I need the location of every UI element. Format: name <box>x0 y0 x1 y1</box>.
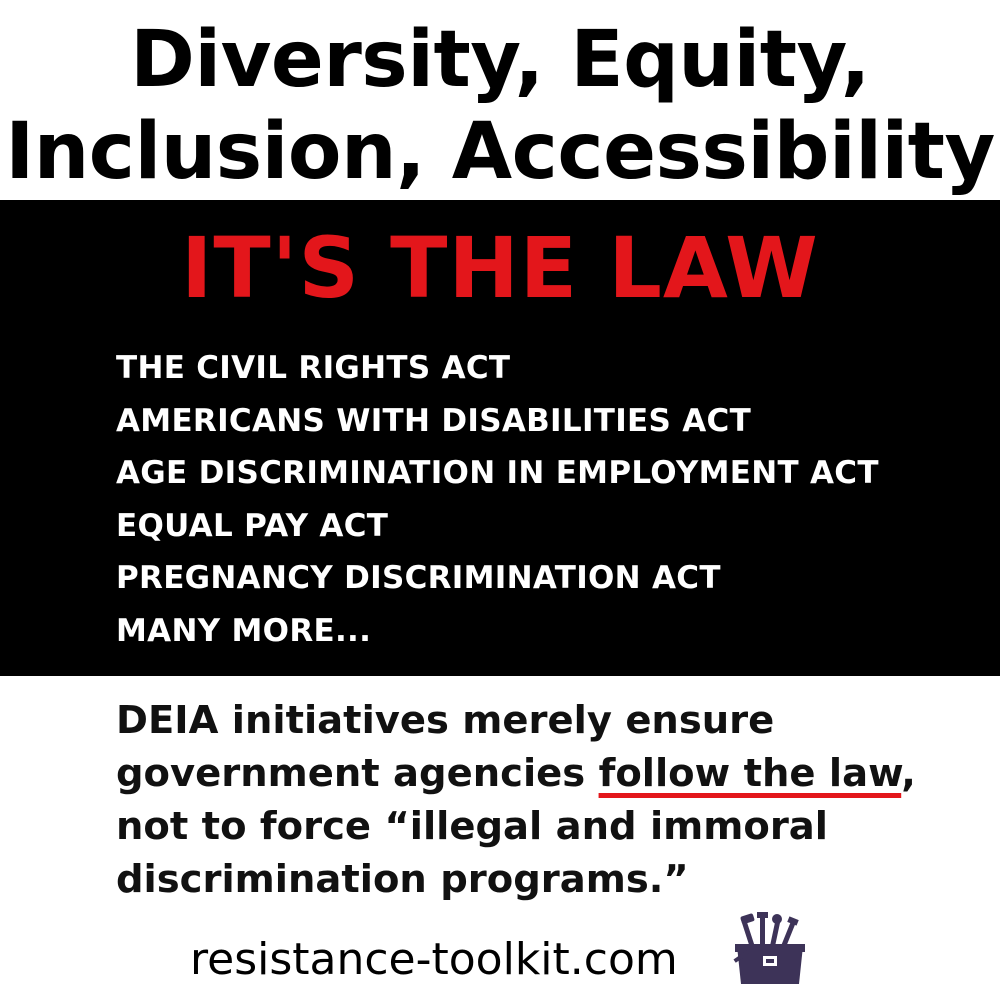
follow-the-law-emphasis: follow the law <box>598 751 902 796</box>
title-line-2: Inclusion, Accessibility <box>5 107 995 197</box>
poster: Diversity, Equity, Inclusion, Accessibil… <box>0 0 1000 1000</box>
body-line-2-prefix: government agencies <box>116 751 599 796</box>
law-item-age-discrimination: AGE DISCRIMINATION IN EMPLOYMENT ACT <box>116 455 879 491</box>
body-line-4: discrimination programs.” <box>116 857 689 902</box>
page-title: Diversity, Equity, Inclusion, Accessibil… <box>0 14 1000 198</box>
law-item-civil-rights: THE CIVIL RIGHTS ACT <box>116 350 511 386</box>
footer-site-url: resistance-toolkit.com <box>190 934 678 985</box>
body-line-2: government agencies follow the law, <box>116 747 976 800</box>
law-item-ada: AMERICANS WITH DISABILITIES ACT <box>116 402 752 439</box>
body-statement: DEIA initiatives merely ensure governmen… <box>116 694 976 906</box>
law-item-equal-pay: EQUAL PAY ACT <box>116 507 389 544</box>
toolbox-icon <box>733 912 805 984</box>
body-line-3: not to force “illegal and immoral <box>116 804 828 849</box>
law-list: THE CIVIL RIGHTS ACT AMERICANS WITH DISA… <box>116 342 879 657</box>
headline: IT'S THE LAW <box>181 219 819 317</box>
law-item-many-more: MANY MORE... <box>116 612 372 649</box>
body-line-1: DEIA initiatives merely ensure <box>116 698 775 743</box>
title-line-1: Diversity, Equity, <box>130 15 870 105</box>
law-item-pregnancy: PREGNANCY DISCRIMINATION ACT <box>116 560 721 596</box>
body-line-2-suffix: , <box>901 751 916 796</box>
